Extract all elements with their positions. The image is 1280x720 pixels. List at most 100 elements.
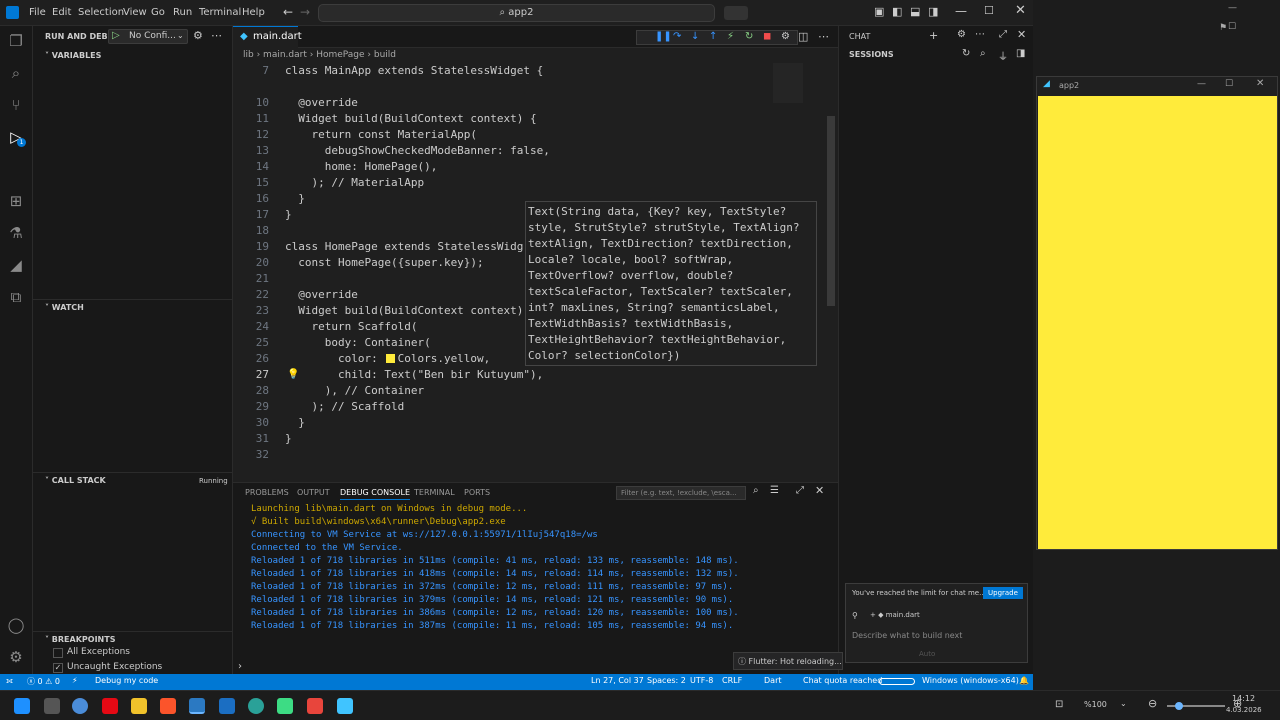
menu-go[interactable]: Go	[151, 7, 165, 18]
chat-settings-icon[interactable]: ⚙	[957, 29, 966, 40]
language-mode[interactable]: Dart	[764, 676, 782, 685]
clear-console-icon[interactable]: ☰	[770, 485, 779, 496]
clock-date[interactable]: 4.03.2026	[1226, 706, 1262, 714]
account-icon[interactable]: ◯	[7, 616, 25, 634]
flutter-icon[interactable]: ◢	[7, 256, 25, 274]
sessions-layout-icon[interactable]: ◨	[1016, 48, 1025, 59]
edge-icon[interactable]	[248, 698, 264, 714]
menu-view[interactable]: View	[123, 7, 147, 18]
debug-config-select[interactable]: ▷ No Confi... ⌄	[108, 29, 188, 44]
remote-icon[interactable]: ⧉	[7, 288, 25, 306]
tab-output[interactable]: OUTPUT	[297, 488, 330, 497]
bg-minimize-icon[interactable]: —	[1228, 3, 1237, 13]
close-panel-icon[interactable]: ✕	[815, 484, 824, 497]
code-line[interactable]: }	[285, 415, 305, 431]
brave-browser-icon[interactable]	[160, 698, 176, 714]
forward-arrow-icon[interactable]: →	[300, 5, 310, 19]
extensions-icon[interactable]: ⊞	[7, 192, 25, 210]
menu-edit[interactable]: Edit	[52, 7, 71, 18]
problems-indicator[interactable]: ⓧ 0 ⚠ 0	[27, 676, 60, 687]
testing-icon[interactable]: ⚗	[7, 224, 25, 242]
bg-maximize-icon[interactable]: ☐	[1228, 22, 1236, 32]
indentation[interactable]: Spaces: 2	[647, 676, 686, 685]
app-icon[interactable]	[307, 698, 323, 714]
close-icon[interactable]: ✕	[1015, 3, 1026, 18]
new-chat-icon[interactable]: +	[929, 29, 938, 42]
notifications-bell-icon[interactable]: 🔔	[1019, 676, 1029, 685]
chat-close-icon[interactable]: ✕	[1017, 28, 1026, 41]
code-line[interactable]: }	[285, 431, 292, 447]
zoom-out-icon[interactable]: ⊖	[1148, 697, 1157, 710]
filter-icon[interactable]: ⏚	[998, 48, 1008, 63]
split-editor-icon[interactable]: ◫	[798, 30, 808, 43]
sessions-search-icon[interactable]: ⌕	[980, 48, 986, 59]
settings-gear-icon[interactable]: ⚙	[7, 648, 25, 666]
tab-debug-console[interactable]: DEBUG CONSOLE	[340, 488, 411, 500]
code-line[interactable]: @override	[285, 95, 358, 111]
source-control-icon[interactable]: ⑂	[7, 96, 25, 114]
search-view-icon[interactable]: ⌕	[7, 64, 25, 82]
stop-icon[interactable]: ◼	[763, 31, 771, 42]
toggle-sidebar-icon[interactable]: ◧	[892, 5, 902, 18]
layout-icon[interactable]: ▣	[874, 5, 884, 18]
copilot-icon[interactable]	[724, 6, 748, 20]
debug-session-label[interactable]: Debug my code	[95, 676, 158, 685]
code-line[interactable]: body: Container(	[285, 335, 431, 351]
code-line[interactable]: ); // Scaffold	[285, 399, 404, 415]
pause-icon[interactable]: ❚❚	[655, 31, 672, 42]
tab-problems[interactable]: PROBLEMS	[245, 488, 289, 497]
tab-main-dart[interactable]: ◆ main.dart	[233, 26, 302, 48]
device-selector[interactable]: Windows (windows-x64)	[922, 676, 1019, 685]
start-debug-icon[interactable]: ▷	[112, 30, 120, 41]
chat-maximize-icon[interactable]: ⤢	[999, 29, 1007, 40]
minimap[interactable]	[773, 63, 803, 103]
step-over-icon[interactable]: ↷	[673, 31, 681, 42]
zoom-level[interactable]: %100	[1084, 700, 1107, 709]
step-into-icon[interactable]: ↓	[691, 31, 699, 42]
code-line[interactable]: ), // Container	[285, 383, 424, 399]
refresh-icon[interactable]: ↻	[962, 48, 970, 59]
remote-indicator-icon[interactable]: ⟗	[6, 676, 13, 686]
code-line[interactable]: home: HomePage(),	[285, 159, 438, 175]
cursor-position[interactable]: Ln 27, Col 37	[591, 676, 644, 685]
zoom-slider-thumb[interactable]	[1175, 702, 1183, 710]
windows-start-icon[interactable]	[14, 698, 30, 714]
tab-terminal[interactable]: TERMINAL	[414, 488, 455, 497]
copilot-app-icon[interactable]	[72, 698, 88, 714]
maximize-icon[interactable]: ☐	[984, 4, 994, 17]
crumb-method[interactable]: build	[374, 50, 396, 60]
code-line[interactable]: return const MaterialApp(	[285, 127, 477, 143]
code-line[interactable]: class HomePage extends StatelessWidg	[285, 239, 523, 255]
watch-section[interactable]: ˅ WATCH	[33, 299, 233, 315]
bg-notify-icon[interactable]: ⚑	[1219, 23, 1227, 33]
code-line[interactable]: }	[285, 207, 292, 223]
chat-more-icon[interactable]: ⋯	[975, 29, 985, 40]
console-filter-input[interactable]: Filter (e.g. text, !exclude, \esca...	[616, 486, 746, 500]
chat-quota-status[interactable]: Chat quota reached	[803, 676, 882, 685]
color-swatch[interactable]	[386, 354, 395, 363]
code-line[interactable]: ); // MaterialApp	[285, 175, 424, 191]
checkbox-unchecked[interactable]	[53, 648, 63, 658]
code-line[interactable]: Widget build(BuildContext context)	[285, 303, 523, 319]
console-prompt-icon[interactable]: ›	[238, 661, 242, 672]
flutter-taskbar-icon[interactable]	[337, 698, 353, 714]
minimize-icon[interactable]: —	[955, 4, 967, 18]
menu-file[interactable]: File	[29, 7, 46, 18]
upgrade-button[interactable]: Upgrade	[983, 587, 1023, 599]
app-maximize-icon[interactable]: ☐	[1225, 79, 1233, 89]
vscode-taskbar-icon[interactable]	[189, 698, 205, 714]
menu-selection[interactable]: Selection	[78, 7, 124, 18]
editor-scrollbar[interactable]	[827, 116, 835, 306]
task-view-icon[interactable]	[44, 698, 60, 714]
clock-time[interactable]: 14:12	[1232, 694, 1255, 703]
mode-select[interactable]: Auto	[919, 650, 935, 658]
crumb-class[interactable]: HomePage	[316, 50, 364, 60]
hot-reload-icon[interactable]: ⚡	[727, 31, 734, 42]
breakpoints-section[interactable]: ˅ BREAKPOINTS	[33, 631, 233, 647]
zoom-slider[interactable]	[1167, 702, 1225, 710]
command-center-search[interactable]: ⌕ app2	[318, 4, 715, 22]
maximize-panel-icon[interactable]: ⤢	[796, 485, 804, 496]
code-line[interactable]: return Scaffold(	[285, 319, 417, 335]
code-line[interactable]: debugShowCheckedModeBanner: false,	[285, 143, 550, 159]
file-explorer-icon[interactable]	[131, 698, 147, 714]
